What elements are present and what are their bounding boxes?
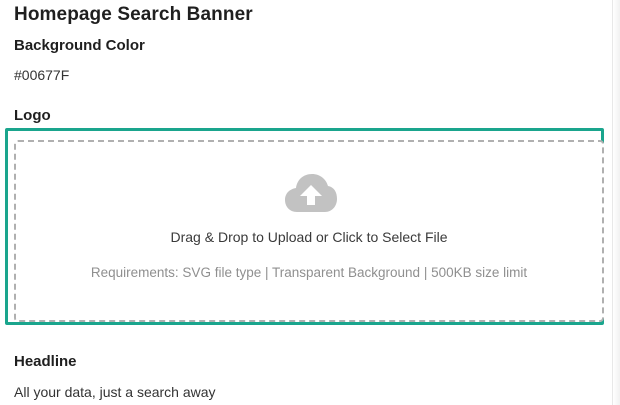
background-color-label: Background Color [14, 37, 145, 54]
headline-value: All your data, just a search away [14, 384, 216, 400]
section-title: Homepage Search Banner [14, 4, 253, 25]
headline-label: Headline [14, 353, 77, 370]
cloud-upload-icon [284, 172, 338, 214]
page: Homepage Search Banner Background Color … [0, 0, 620, 405]
logo-label: Logo [14, 107, 51, 124]
background-color-value: #00677F [14, 67, 70, 83]
logo-dropzone[interactable]: Drag & Drop to Upload or Click to Select… [14, 140, 604, 322]
dropzone-requirements: Requirements: SVG file type | Transparen… [90, 265, 528, 280]
scrollbar-edge[interactable] [612, 0, 620, 405]
dropzone-instruction: Drag & Drop to Upload or Click to Select… [170, 229, 448, 245]
